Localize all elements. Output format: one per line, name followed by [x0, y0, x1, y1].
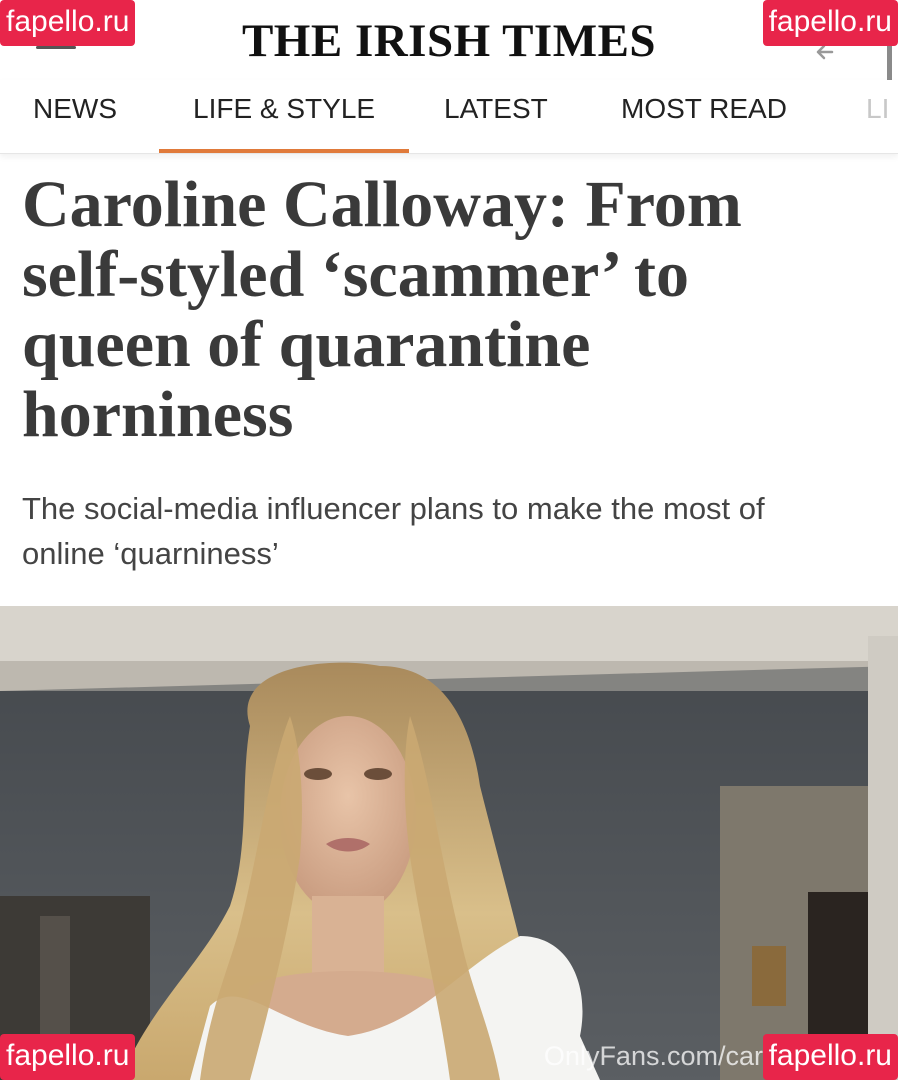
tab-news[interactable]: NEWS — [33, 80, 117, 153]
watermark-bottom-right: fapello.ru — [762, 1034, 898, 1080]
headline-line: queen of quarantine — [22, 308, 591, 381]
photo-credit: OnlyFans.com/caro — [543, 1041, 778, 1071]
watermark-top-left: fapello.ru — [0, 0, 136, 46]
article-headline: Caroline Calloway: From self-styled ‘sca… — [22, 170, 882, 450]
article-photo[interactable]: OnlyFans.com/caro — [0, 606, 898, 1080]
photo-illustration — [0, 606, 898, 1080]
standfirst-line: The social-media influencer plans to mak… — [22, 491, 765, 526]
headline-line: self-styled ‘scammer’ to — [22, 238, 690, 311]
headline-line: horniness — [22, 378, 294, 451]
article-standfirst: The social-media influencer plans to mak… — [22, 486, 872, 576]
tab-life-and-style[interactable]: LIFE & STYLE — [158, 80, 410, 153]
tab-partial[interactable]: LI — [866, 80, 889, 153]
tab-latest[interactable]: LATEST — [444, 80, 548, 153]
watermark-bottom-left: fapello.ru — [0, 1034, 136, 1080]
section-nav: NEWS LIFE & STYLE LATEST MOST READ LI — [0, 80, 898, 154]
standfirst-line: online ‘quarniness’ — [22, 536, 279, 571]
headline-line: Caroline Calloway: From — [22, 168, 742, 241]
watermark-top-right: fapello.ru — [762, 0, 898, 46]
tab-most-read[interactable]: MOST READ — [621, 80, 787, 153]
